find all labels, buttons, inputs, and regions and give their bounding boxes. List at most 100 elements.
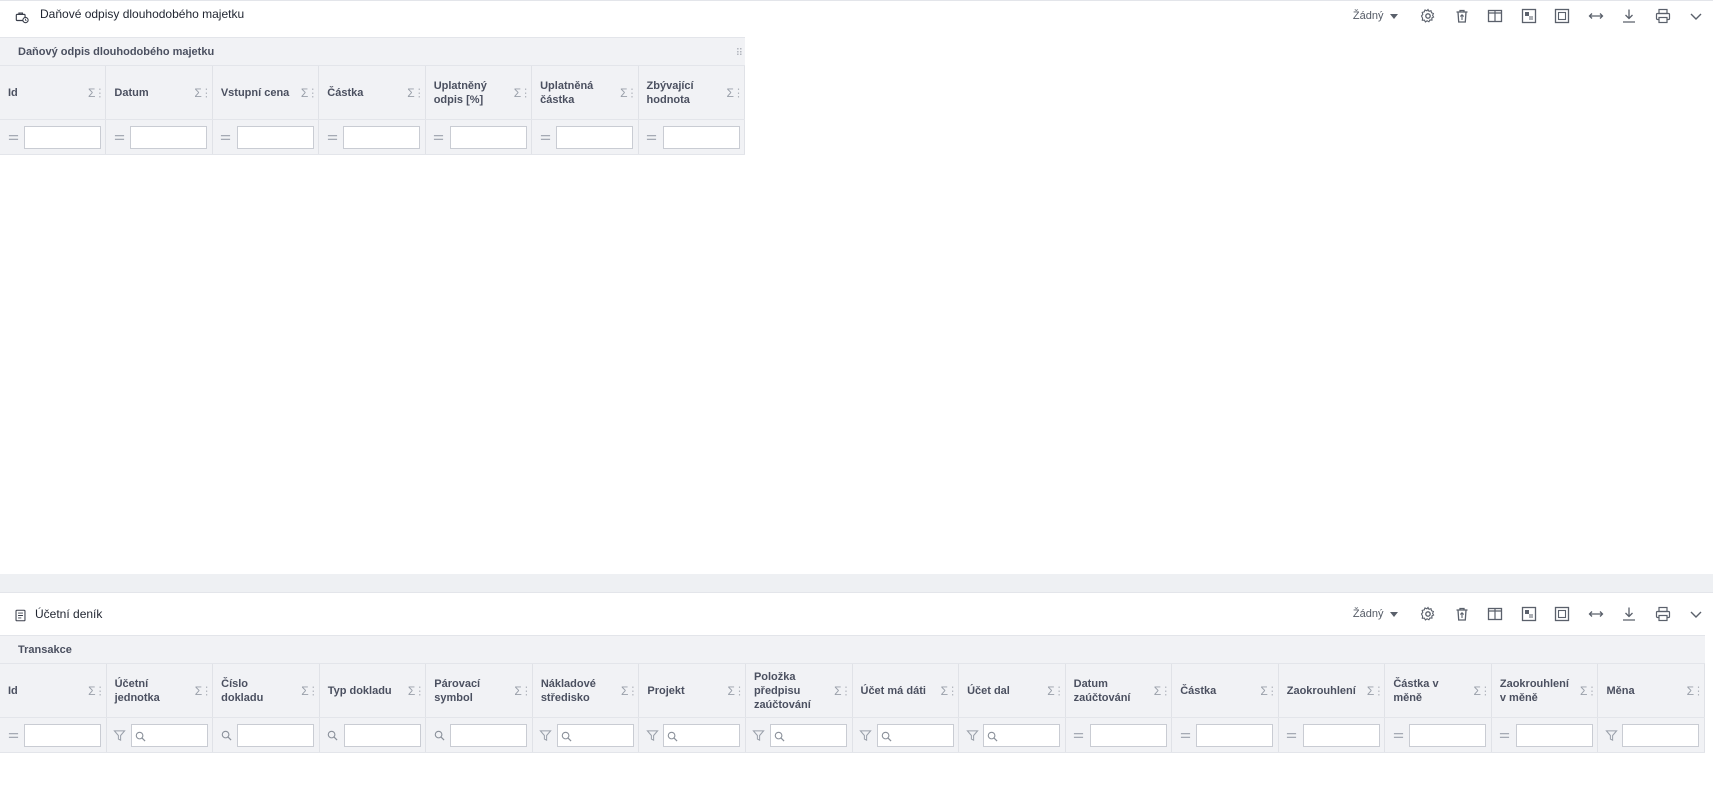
column-menu-icon[interactable]: ⋮	[627, 684, 638, 697]
filter-funnel-icon[interactable]	[859, 728, 873, 742]
column-menu-icon[interactable]: ⋮	[414, 86, 425, 99]
column-menu-icon[interactable]: ⋮	[414, 684, 425, 697]
filter-input[interactable]	[1515, 724, 1593, 747]
column-menu-icon[interactable]: ⋮	[1160, 684, 1171, 697]
column-menu-icon[interactable]: ⋮	[94, 86, 105, 99]
equals-icon[interactable]	[6, 130, 20, 144]
download-button[interactable]	[1613, 599, 1647, 629]
column-menu-icon[interactable]: ⋮	[521, 684, 532, 697]
column-header[interactable]: Datum Σ ⋮	[106, 66, 213, 119]
column-menu-icon[interactable]: ⋮	[1693, 684, 1704, 697]
column-menu-icon[interactable]: ⋮	[1480, 684, 1491, 697]
filter-input[interactable]	[236, 126, 314, 149]
filter-input[interactable]	[1302, 724, 1380, 747]
column-header[interactable]: Typ dokladu Σ ⋮	[320, 664, 427, 717]
filter-input[interactable]	[1409, 724, 1487, 747]
search-icon[interactable]	[326, 728, 340, 742]
columns-button[interactable]	[1479, 1, 1513, 31]
column-header[interactable]: Uplatněná částka Σ ⋮	[532, 66, 639, 119]
equals-icon[interactable]	[1391, 728, 1405, 742]
filter-funnel-icon[interactable]	[113, 728, 127, 742]
column-header[interactable]: Zaokrouhlení Σ ⋮	[1279, 664, 1386, 717]
filter-input[interactable]	[24, 724, 101, 747]
filter-input[interactable]	[1196, 724, 1274, 747]
column-menu-icon[interactable]: ⋮	[201, 684, 212, 697]
column-menu-icon[interactable]: ⋮	[627, 86, 638, 99]
column-menu-icon[interactable]: ⋮	[947, 684, 958, 697]
filter-input[interactable]	[450, 724, 528, 747]
equals-icon[interactable]	[6, 728, 20, 742]
search-icon[interactable]	[432, 728, 446, 742]
column-menu-icon[interactable]: ⋮	[520, 86, 531, 99]
column-menu-icon[interactable]: ⋮	[1586, 684, 1597, 697]
filter-input[interactable]	[662, 126, 740, 149]
filter-funnel-icon[interactable]	[752, 728, 766, 742]
column-header[interactable]: Vstupní cena Σ ⋮	[213, 66, 320, 119]
equals-icon[interactable]	[538, 130, 552, 144]
filter-funnel-icon[interactable]	[645, 728, 659, 742]
equals-icon[interactable]	[1072, 728, 1086, 742]
filter-funnel-icon[interactable]	[965, 728, 979, 742]
column-header[interactable]: Datum zaúčtování Σ ⋮	[1066, 664, 1173, 717]
equals-icon[interactable]	[1285, 728, 1299, 742]
drag-handle-icon[interactable]: ⠿	[736, 48, 743, 59]
view-select[interactable]: Žádný	[1353, 608, 1398, 620]
column-header[interactable]: Číslo dokladu Σ ⋮	[213, 664, 320, 717]
fit-button[interactable]	[1546, 1, 1580, 31]
column-header[interactable]: Uplatněný odpis [%] Σ ⋮	[426, 66, 533, 119]
filter-funnel-icon[interactable]	[539, 728, 553, 742]
equals-icon[interactable]	[112, 130, 126, 144]
column-header[interactable]: Účet dal Σ ⋮	[959, 664, 1066, 717]
collapse-button[interactable]	[1680, 1, 1713, 31]
download-button[interactable]	[1613, 1, 1647, 31]
column-header[interactable]: Id Σ ⋮	[0, 664, 107, 717]
expand-width-button[interactable]	[1579, 1, 1613, 31]
column-header[interactable]: Položka předpisu zaúčtování Σ ⋮	[746, 664, 853, 717]
equals-icon[interactable]	[325, 130, 339, 144]
column-header[interactable]: Projekt Σ ⋮	[639, 664, 746, 717]
filter-input[interactable]	[343, 126, 421, 149]
delete-button[interactable]	[1445, 1, 1479, 31]
delete-button[interactable]	[1445, 599, 1479, 629]
filter-input[interactable]	[343, 724, 421, 747]
fit-button[interactable]	[1546, 599, 1580, 629]
column-menu-icon[interactable]: ⋮	[733, 86, 744, 99]
column-menu-icon[interactable]: ⋮	[841, 684, 852, 697]
settings-button[interactable]	[1412, 1, 1446, 31]
column-menu-icon[interactable]: ⋮	[1267, 684, 1278, 697]
view-select[interactable]: Žádný	[1353, 10, 1398, 22]
column-menu-icon[interactable]: ⋮	[308, 684, 319, 697]
settings-button[interactable]	[1412, 599, 1446, 629]
equals-icon[interactable]	[1498, 728, 1512, 742]
search-icon[interactable]	[219, 728, 233, 742]
filter-input[interactable]	[130, 126, 208, 149]
equals-icon[interactable]	[219, 130, 233, 144]
columns-button[interactable]	[1479, 599, 1513, 629]
column-header[interactable]: Zbývající hodnota Σ ⋮	[639, 66, 745, 119]
column-header[interactable]: Účet má dáti Σ ⋮	[853, 664, 960, 717]
equals-icon[interactable]	[1178, 728, 1192, 742]
layout-button[interactable]	[1512, 599, 1546, 629]
column-menu-icon[interactable]: ⋮	[307, 86, 318, 99]
column-menu-icon[interactable]: ⋮	[1373, 684, 1384, 697]
collapse-button[interactable]	[1680, 599, 1713, 629]
column-header[interactable]: Zaokrouhlení v měně Σ ⋮	[1492, 664, 1599, 717]
expand-width-button[interactable]	[1579, 599, 1613, 629]
column-header[interactable]: Účetní jednotka Σ ⋮	[107, 664, 214, 717]
filter-input[interactable]	[237, 724, 315, 747]
print-button[interactable]	[1646, 599, 1680, 629]
column-menu-icon[interactable]: ⋮	[201, 86, 212, 99]
column-menu-icon[interactable]: ⋮	[734, 684, 745, 697]
filter-input[interactable]	[449, 126, 527, 149]
layout-button[interactable]	[1512, 1, 1546, 31]
column-header[interactable]: Částka v měně Σ ⋮	[1385, 664, 1492, 717]
filter-input[interactable]	[24, 126, 101, 149]
column-header[interactable]: Párovací symbol Σ ⋮	[426, 664, 533, 717]
equals-icon[interactable]	[645, 130, 659, 144]
column-header[interactable]: Nákladové středisko Σ ⋮	[533, 664, 640, 717]
filter-input[interactable]	[1622, 724, 1700, 747]
column-header[interactable]: Částka Σ ⋮	[1172, 664, 1279, 717]
equals-icon[interactable]	[432, 130, 446, 144]
filter-funnel-icon[interactable]	[1604, 728, 1618, 742]
filter-input[interactable]	[556, 126, 634, 149]
